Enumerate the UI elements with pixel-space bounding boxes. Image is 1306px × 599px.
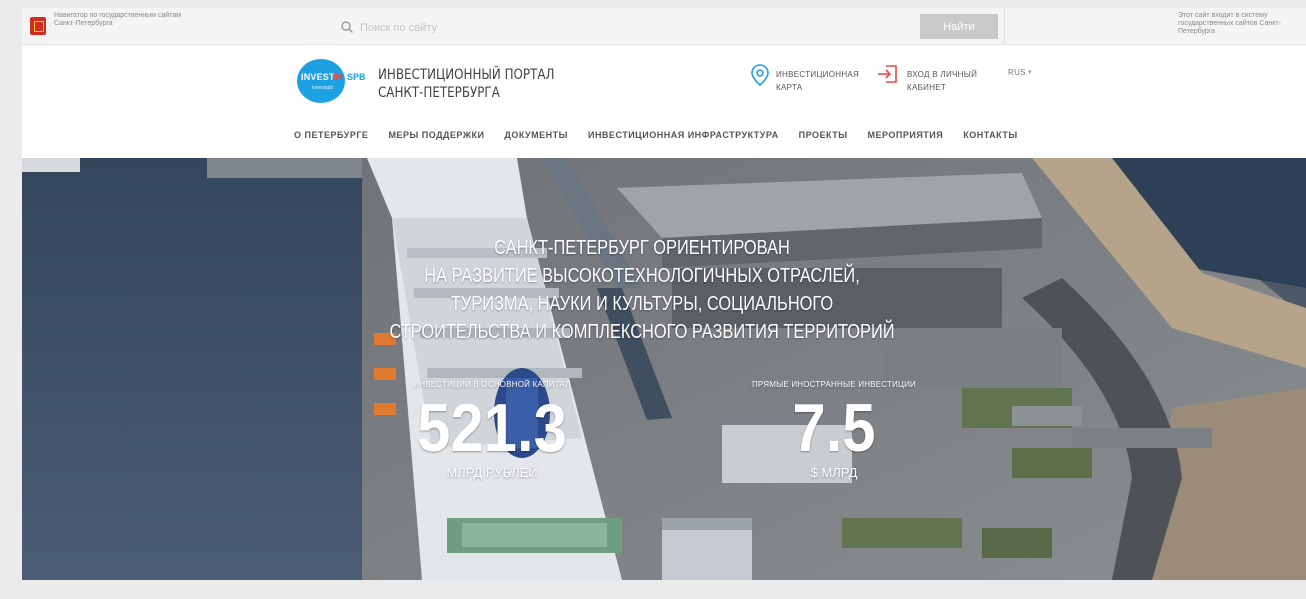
hero-headline-line4: СТРОИТЕЛЬСТВА И КОМПЛЕКСНОГО РАЗВИТИЯ ТЕ… bbox=[389, 321, 895, 343]
logo-text-spb: SPB bbox=[347, 72, 366, 82]
portal-title-line1: ИНВЕСТИЦИОННЫЙ ПОРТАЛ bbox=[378, 67, 555, 83]
logo-text-invest: INVEST bbox=[301, 72, 335, 82]
stat-value: 521.3 bbox=[417, 390, 567, 466]
stat-unit: $ МЛРД bbox=[810, 465, 858, 480]
nav-item-support-measures[interactable]: МЕРЫ ПОДДЕРЖКИ bbox=[388, 130, 484, 144]
main-navigation: О ПЕТЕРБУРГЕ МЕРЫ ПОДДЕРЖКИ ДОКУМЕНТЫ ИН… bbox=[294, 130, 1018, 144]
investment-map-label-line1: ИНВЕСТИЦИОННАЯ bbox=[776, 70, 860, 79]
logo-subtext: investspb bbox=[312, 85, 334, 91]
nav-item-events[interactable]: МЕРОПРИЯТИЯ bbox=[868, 130, 944, 144]
search-icon bbox=[341, 21, 353, 33]
stat-caption: ПРЯМЫЕ ИНОСТРАННЫЕ ИНВЕСТИЦИИ bbox=[751, 380, 917, 389]
site-search-input[interactable] bbox=[358, 16, 922, 40]
hero-headline-line2: НА РАЗВИТИЕ ВЫСОКОТЕХНОЛОГИЧНЫХ ОТРАСЛЕЙ… bbox=[424, 265, 860, 287]
login-label: ВХОД В ЛИЧНЫЙ КАБИНЕТ bbox=[907, 68, 997, 94]
investment-map-label-line2: КАРТА bbox=[776, 83, 803, 92]
stat-fixed-capital-investment: ИНВЕСТИЦИИ В ОСНОВНОЙ КАПИТАЛ 521.3 МЛРД… bbox=[377, 380, 607, 480]
login-icon bbox=[878, 65, 897, 83]
hero-banner: САНКТ-ПЕТЕРБУРГ ОРИЕНТИРОВАН НА РАЗВИТИЕ… bbox=[22, 158, 1306, 580]
gov-system-notice[interactable]: Этот сайт входит в систему государственн… bbox=[1178, 12, 1298, 36]
map-pin-icon bbox=[751, 64, 769, 86]
nav-item-investment-infrastructure[interactable]: ИНВЕСТИЦИОННАЯ ИНФРАСТРУКТУРА bbox=[588, 130, 779, 144]
nav-item-projects[interactable]: ПРОЕКТЫ bbox=[799, 130, 848, 144]
gov-navigator-bar: Навигатор по государственным сайтам Санк… bbox=[22, 8, 1306, 45]
stat-unit: МЛРД РУБЛЕЙ bbox=[446, 465, 538, 480]
gov-navigator-link[interactable]: Навигатор по государственным сайтам Санк… bbox=[54, 12, 184, 28]
spb-emblem-icon[interactable] bbox=[30, 17, 46, 35]
investment-map-label: ИНВЕСТИЦИОННАЯ КАРТА bbox=[776, 68, 872, 94]
hero-headline: САНКТ-ПЕТЕРБУРГ ОРИЕНТИРОВАН НА РАЗВИТИЕ… bbox=[380, 234, 905, 346]
nav-item-documents[interactable]: ДОКУМЕНТЫ bbox=[504, 130, 568, 144]
login-label-line2: КАБИНЕТ bbox=[907, 83, 947, 92]
login-label-line1: ВХОД В ЛИЧНЫЙ bbox=[907, 70, 978, 79]
language-selector[interactable]: RUS bbox=[1008, 68, 1026, 77]
portal-title[interactable]: ИНВЕСТИЦИОННЫЙ ПОРТАЛ САНКТ-ПЕТЕРБУРГА bbox=[378, 66, 582, 102]
hero-headline-line3: ТУРИЗМА, НАУКИ И КУЛЬТУРЫ, СОЦИАЛЬНОГО bbox=[450, 293, 834, 315]
nav-item-contacts[interactable]: КОНТАКТЫ bbox=[963, 130, 1017, 144]
page: Навигатор по государственным сайтам Санк… bbox=[22, 8, 1306, 580]
nav-item-about-petersburg[interactable]: О ПЕТЕРБУРГЕ bbox=[294, 130, 368, 144]
stat-value: 7.5 bbox=[792, 390, 876, 466]
gov-bar-divider bbox=[1004, 8, 1005, 44]
portal-title-line2: САНКТ-ПЕТЕРБУРГА bbox=[378, 85, 500, 101]
hero-aerial-port-image bbox=[22, 158, 1306, 580]
hero-headline-line1: САНКТ-ПЕТЕРБУРГ ОРИЕНТИРОВАН bbox=[494, 237, 790, 259]
logo-text-in: IN bbox=[333, 72, 342, 82]
search-button[interactable]: Найти bbox=[920, 14, 998, 39]
stat-foreign-direct-investment: ПРЯМЫЕ ИНОСТРАННЫЕ ИНВЕСТИЦИИ 7.5 $ МЛРД bbox=[734, 380, 934, 480]
stat-caption: ИНВЕСТИЦИИ В ОСНОВНОЙ КАПИТАЛ bbox=[413, 380, 571, 389]
chevron-down-icon[interactable]: ▾ bbox=[1028, 68, 1032, 76]
